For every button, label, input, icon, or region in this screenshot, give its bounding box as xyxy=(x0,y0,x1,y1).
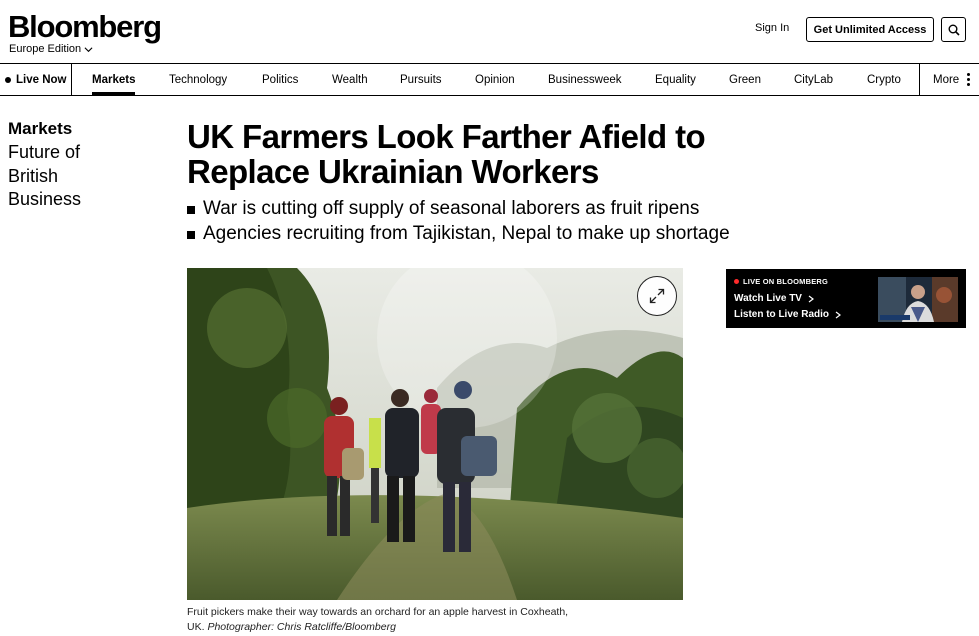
headline-line: UK Farmers Look Farther Afield to xyxy=(187,118,706,155)
listen-live-radio-label: Listen to Live Radio xyxy=(734,309,830,320)
summary-text: War is cutting off supply of seasonal la… xyxy=(203,198,700,219)
search-button[interactable] xyxy=(941,17,966,42)
summary-bullet: War is cutting off supply of seasonal la… xyxy=(187,196,807,221)
live-dot-icon xyxy=(5,76,11,83)
nav-item-technology[interactable]: Technology xyxy=(169,64,227,95)
nav-item-crypto[interactable]: Crypto xyxy=(867,64,901,95)
section-subtitle-line: Future of xyxy=(8,142,81,162)
article-headline: UK Farmers Look Farther Afield to Replac… xyxy=(187,119,747,189)
site-header: Bloomberg Europe Edition Sign In Get Unl… xyxy=(0,0,979,64)
vertical-dots-icon xyxy=(967,73,971,86)
live-tag-label: LIVE ON BLOOMBERG xyxy=(743,277,829,286)
section-subtitle[interactable]: Future of British Business xyxy=(8,141,158,212)
caption-credit-line: UK. Photographer: Chris Ratcliffe/Bloomb… xyxy=(187,620,627,635)
image-caption: Fruit pickers make their way towards an … xyxy=(187,605,627,634)
nav-item-green[interactable]: Green xyxy=(729,64,761,95)
caption-place: UK. xyxy=(187,620,205,633)
live-tag: LIVE ON BLOOMBERG xyxy=(734,277,828,286)
chevron-down-icon xyxy=(84,46,93,52)
bullet-square-icon xyxy=(187,205,195,214)
live-indicator-icon xyxy=(734,279,739,284)
watch-live-tv-label: Watch Live TV xyxy=(734,293,802,304)
edition-selector[interactable]: Europe Edition xyxy=(9,43,93,55)
subscribe-button[interactable]: Get Unlimited Access xyxy=(806,17,934,42)
nav-item-pursuits[interactable]: Pursuits xyxy=(400,64,442,95)
sign-in-link[interactable]: Sign In xyxy=(755,22,789,34)
search-icon xyxy=(948,24,960,36)
listen-live-radio-link[interactable]: Listen to Live Radio xyxy=(734,309,842,320)
nav-item-markets[interactable]: Markets xyxy=(92,64,136,95)
nav-more-button[interactable]: More xyxy=(919,64,979,95)
nav-more-label: More xyxy=(933,73,960,86)
edition-label: Europe Edition xyxy=(9,43,82,55)
chevron-right-icon xyxy=(835,311,842,318)
live-on-bloomberg-widget: LIVE ON BLOOMBERG Watch Live TV Listen t… xyxy=(726,269,966,328)
headline-line: Replace Ukrainian Workers xyxy=(187,153,599,190)
orchard-photo xyxy=(187,268,683,600)
section-title[interactable]: Markets xyxy=(8,118,158,140)
expand-image-button[interactable] xyxy=(637,276,677,316)
watch-live-tv-link[interactable]: Watch Live TV xyxy=(734,293,814,304)
nav-item-wealth[interactable]: Wealth xyxy=(332,64,368,95)
section-subtitle-line: British xyxy=(8,165,59,186)
caption-text: Fruit pickers make their way towards an … xyxy=(187,606,569,618)
main-nav: Live Now Markets Technology Politics Wea… xyxy=(0,64,979,96)
live-tv-thumbnail[interactable] xyxy=(878,277,958,322)
nav-item-equality[interactable]: Equality xyxy=(655,64,696,95)
section-label: Markets Future of British Business xyxy=(8,118,158,212)
nav-live-label: Live Now xyxy=(16,73,67,86)
bullet-square-icon xyxy=(187,230,195,239)
photo-credit: Photographer: Chris Ratcliffe/Bloomberg xyxy=(207,620,396,633)
chevron-right-icon xyxy=(808,295,814,302)
article-summary: War is cutting off supply of seasonal la… xyxy=(187,196,807,246)
summary-text: Agencies recruiting from Tajikistan, Nep… xyxy=(203,223,730,244)
nav-item-opinion[interactable]: Opinion xyxy=(475,64,515,95)
section-subtitle-line: Business xyxy=(8,189,82,209)
expand-icon xyxy=(649,288,665,304)
nav-item-businessweek[interactable]: Businessweek xyxy=(548,64,622,95)
nav-item-citylab[interactable]: CityLab xyxy=(794,64,833,95)
bloomberg-logo[interactable]: Bloomberg xyxy=(8,10,162,44)
nav-item-politics[interactable]: Politics xyxy=(262,64,298,95)
anchor-thumbnail xyxy=(878,277,958,322)
nav-live-now[interactable]: Live Now xyxy=(0,64,72,95)
hero-image[interactable] xyxy=(187,268,683,600)
summary-bullet: Agencies recruiting from Tajikistan, Nep… xyxy=(187,221,807,246)
